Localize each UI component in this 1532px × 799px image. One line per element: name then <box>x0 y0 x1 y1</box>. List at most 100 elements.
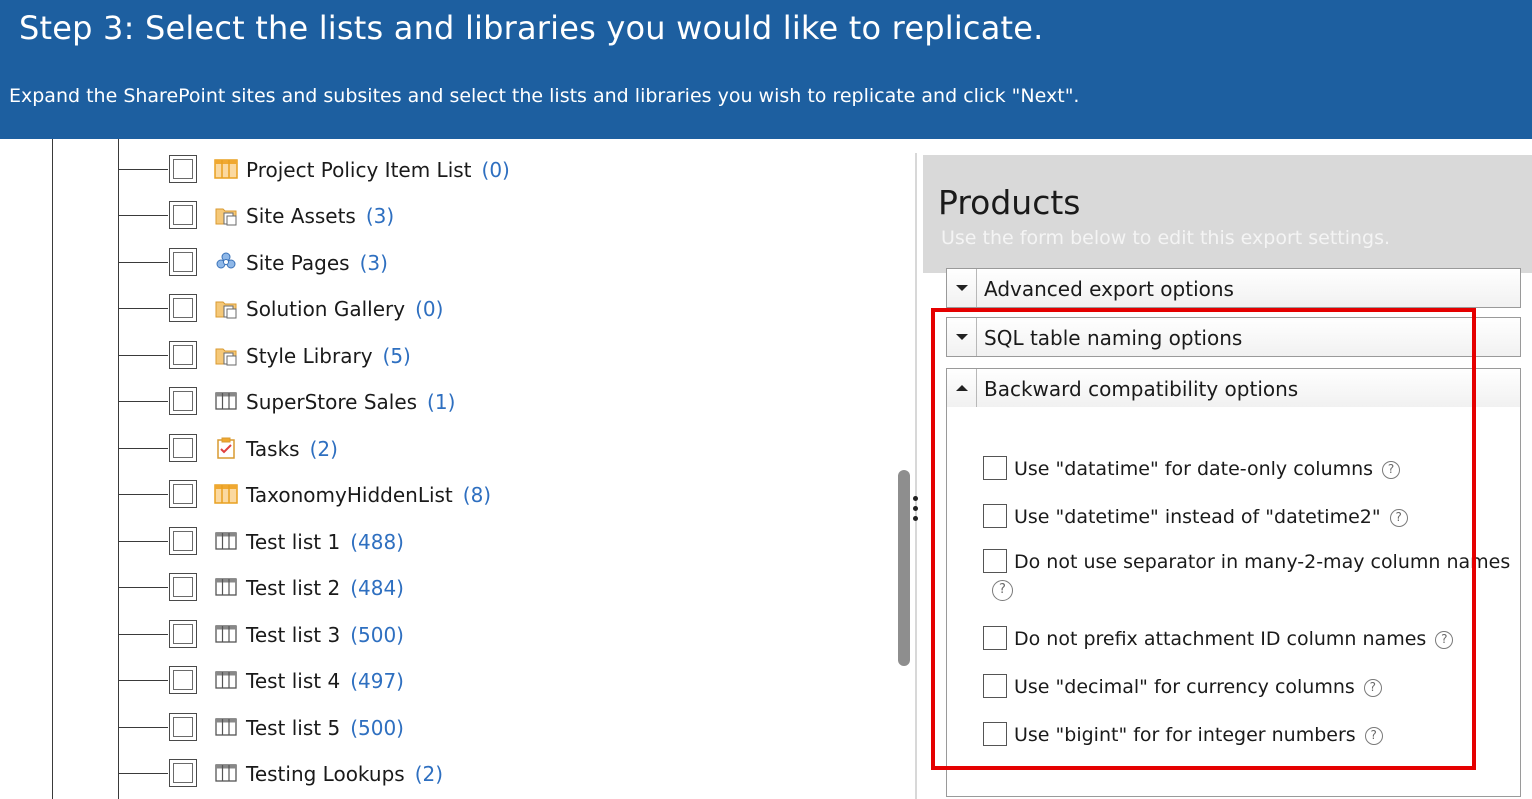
tree-item[interactable]: Site Assets (3) <box>0 198 900 234</box>
page-instructions: Expand the SharePoint sites and subsites… <box>9 85 1080 107</box>
tree-item-checkbox[interactable] <box>169 713 197 741</box>
tree-item-label: Test list 2 (484) <box>246 575 404 601</box>
tree-item-name: Test list 3 <box>246 623 341 647</box>
tree-item-label: Test list 4 (497) <box>246 668 404 694</box>
tree-item-checkbox[interactable] <box>169 341 197 369</box>
tree-item-count: (8) <box>462 483 492 507</box>
tree-item[interactable]: Testing Lookups (2) <box>0 756 900 792</box>
tree-item[interactable]: Style Library (5) <box>0 338 900 374</box>
tree-item-label: Site Pages (3) <box>246 250 388 276</box>
tree-item[interactable]: Test list 2 (484) <box>0 570 900 606</box>
tree-connector <box>118 308 168 309</box>
splitter-grip-icon[interactable] <box>913 496 919 524</box>
tree-item-checkbox[interactable] <box>169 434 197 462</box>
tree-item[interactable]: Tasks (2) <box>0 431 900 467</box>
tree-item-count: (488) <box>350 530 404 554</box>
tree-item-count: (0) <box>481 158 510 182</box>
library-icon <box>215 301 237 319</box>
tree-item-count: (5) <box>382 344 411 368</box>
tree-item-name: Test list 5 <box>246 716 341 740</box>
tree-connector <box>118 587 168 588</box>
panel-splitter[interactable] <box>915 153 917 799</box>
tree-connector <box>118 355 168 356</box>
tree-item-count: (2) <box>309 437 338 461</box>
tree-item-label: Style Library (5) <box>246 343 411 369</box>
tree-item[interactable]: Solution Gallery (0) <box>0 291 900 327</box>
tree-item[interactable]: Project Policy Item List (0) <box>0 152 900 188</box>
tree-item-checkbox[interactable] <box>169 759 197 787</box>
tree-item[interactable]: SuperStore Sales (1) <box>0 384 900 420</box>
tree-connector <box>118 773 168 774</box>
tree-item-name: Site Pages <box>246 251 350 275</box>
tree-item-label: Test list 1 (488) <box>246 529 404 555</box>
list-icon <box>215 718 237 736</box>
list-icon <box>215 764 237 782</box>
tree-item-count: (0) <box>415 297 444 321</box>
tree-item-name: Project Policy Item List <box>246 158 472 182</box>
tree-item-name: Tasks <box>246 437 300 461</box>
tree-item-name: Testing Lookups <box>246 762 405 786</box>
settings-panel-header: Products Use the form below to edit this… <box>923 155 1532 273</box>
tree-item[interactable]: Test list 3 (500) <box>0 617 900 653</box>
tree-item[interactable]: Test list 5 (500) <box>0 710 900 746</box>
tree-item[interactable]: Test list 1 (488) <box>0 524 900 560</box>
tree-item-count: (500) <box>350 716 404 740</box>
tree-item-label: Test list 5 (500) <box>246 715 404 741</box>
tree-connector <box>118 169 168 170</box>
section-label: Advanced export options <box>984 277 1234 301</box>
wizard-header: Step 3: Select the lists and libraries y… <box>0 0 1532 139</box>
tree-item-label: Tasks (2) <box>246 436 338 462</box>
library-icon <box>215 348 237 366</box>
tree-item-name: Site Assets <box>246 204 356 228</box>
tree-item-checkbox[interactable] <box>169 387 197 415</box>
tree-item-checkbox[interactable] <box>169 666 197 694</box>
tree-item-name: SuperStore Sales <box>246 390 418 414</box>
site-pages-icon <box>216 252 236 269</box>
tree-item-count: (3) <box>359 251 388 275</box>
tree-connector <box>118 494 168 495</box>
tree-connector <box>118 727 168 728</box>
tree-item-label: Testing Lookups (2) <box>246 761 443 787</box>
tree-item-checkbox[interactable] <box>169 573 197 601</box>
tree-connector <box>118 448 168 449</box>
tree-item-label: Site Assets (3) <box>246 203 394 229</box>
chevron-down-icon <box>956 285 968 291</box>
tree-item-label: TaxonomyHiddenList (8) <box>246 482 491 508</box>
tree-connector <box>118 262 168 263</box>
tree-connector <box>118 541 168 542</box>
tree-item-name: Style Library <box>246 344 373 368</box>
section-advanced-export-options[interactable]: Advanced export options <box>946 268 1521 308</box>
tree-item-label: Project Policy Item List (0) <box>246 157 510 183</box>
table-orange-icon <box>214 159 238 179</box>
tree-item-name: Test list 2 <box>246 576 341 600</box>
panel-description: Use the form below to edit this export s… <box>941 227 1391 249</box>
tree-connector <box>118 634 168 635</box>
highlight-annotation-box <box>931 308 1476 770</box>
tree-item-checkbox[interactable] <box>169 155 197 183</box>
expand-toggle[interactable] <box>947 269 977 307</box>
tree-item-checkbox[interactable] <box>169 620 197 648</box>
tree-item-checkbox[interactable] <box>169 201 197 229</box>
tree-guide-line <box>118 139 119 799</box>
tree-item-count: (484) <box>350 576 404 600</box>
tree-item-count: (2) <box>414 762 444 786</box>
tree-item[interactable]: Site Pages (3) <box>0 245 900 281</box>
library-icon <box>215 208 237 226</box>
tree-item-count: (3) <box>365 204 395 228</box>
tree-item-count: (500) <box>350 623 404 647</box>
tree-item-checkbox[interactable] <box>169 248 197 276</box>
tree-item-checkbox[interactable] <box>169 294 197 322</box>
tree-connector <box>118 680 168 681</box>
tree-item-checkbox[interactable] <box>169 480 197 508</box>
tree-connector <box>118 401 168 402</box>
table-orange-icon <box>214 484 238 504</box>
tree-item-checkbox[interactable] <box>169 527 197 555</box>
list-icon <box>215 532 237 550</box>
tree-connector <box>118 215 168 216</box>
lists-tree: Project Policy Item List (0) Site Assets(… <box>0 139 912 799</box>
tree-item[interactable]: Test list 4 (497) <box>0 663 900 699</box>
tree-item[interactable]: TaxonomyHiddenList (8) <box>0 477 900 513</box>
tree-item-label: SuperStore Sales (1) <box>246 389 455 415</box>
tree-scrollbar-thumb[interactable] <box>898 470 910 666</box>
tasks-icon <box>217 437 235 459</box>
